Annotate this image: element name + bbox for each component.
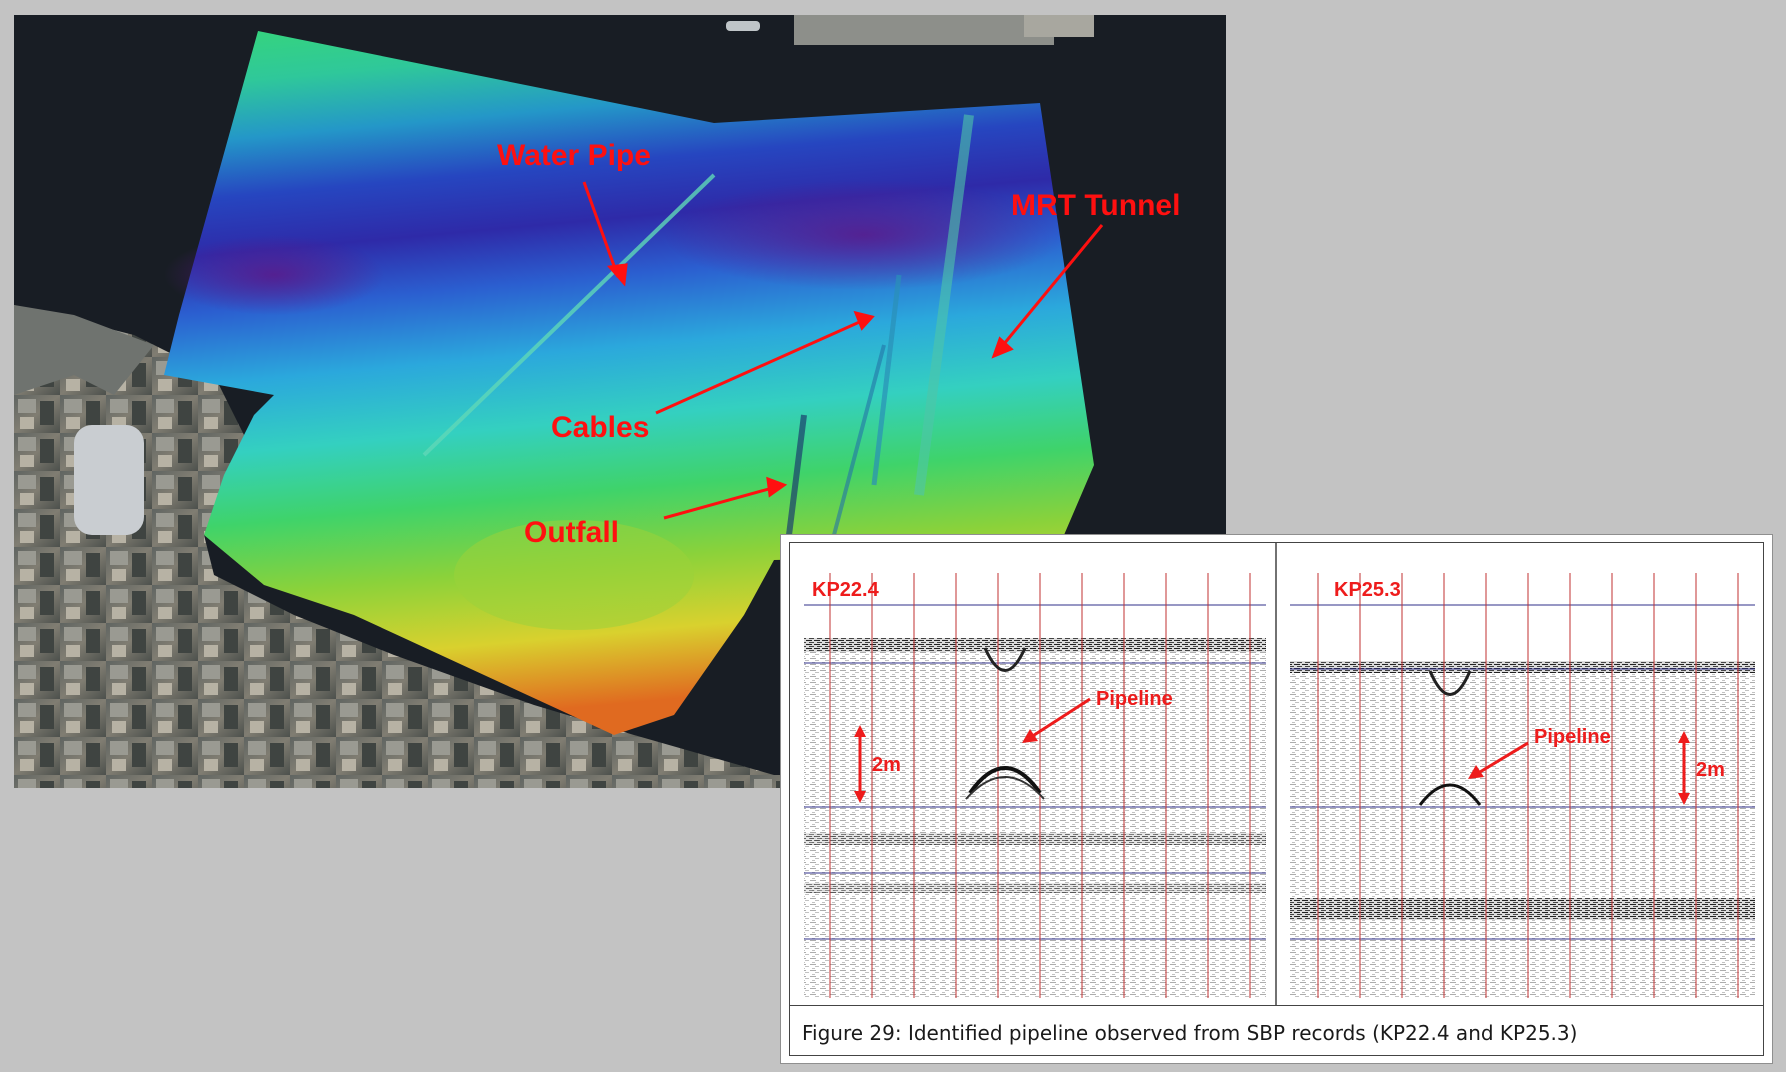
tower-building: [74, 425, 144, 535]
right-scale-label: 2m: [1696, 759, 1725, 781]
left-pipeline-label: Pipeline: [1096, 688, 1173, 710]
left-scale-label: 2m: [872, 754, 901, 776]
water-pipe-label: Water Pipe: [497, 139, 651, 172]
figure-caption: Figure 29: Identified pipeline observed …: [790, 1005, 1763, 1055]
outfall-label: Outfall: [524, 516, 619, 549]
pier: [794, 15, 1054, 45]
right-sbp-record: KP25.3 Pipeline 2m: [1290, 573, 1755, 998]
sbp-figure-panel: KP22.4 Pipeline 2m KP25.3 Pipeline 2m Fi…: [780, 534, 1773, 1064]
left-sbp-record: KP22.4 Pipeline 2m: [804, 573, 1266, 998]
sbp-figure-frame: KP22.4 Pipeline 2m KP25.3 Pipeline 2m Fi…: [789, 542, 1764, 1056]
right-profile-label: KP25.3: [1334, 579, 1401, 601]
mrt-tunnel-label: MRT Tunnel: [1011, 189, 1180, 222]
cables-label: Cables: [551, 411, 649, 444]
sbp-records: KP22.4 Pipeline 2m KP25.3 Pipeline 2m: [804, 543, 1755, 1005]
left-profile-label: KP22.4: [812, 579, 880, 601]
right-pipeline-label: Pipeline: [1534, 726, 1611, 748]
